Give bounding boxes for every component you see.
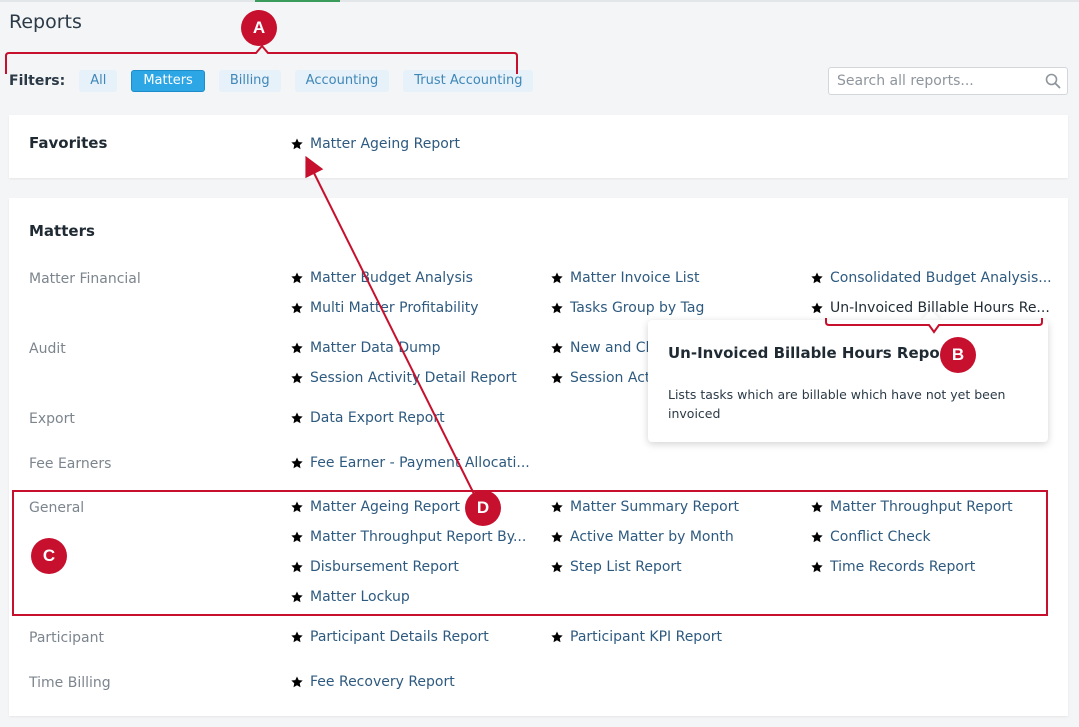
filters-bar: Filters: All Matters Billing Accounting … — [9, 70, 547, 92]
report-link[interactable]: Matter Invoice List — [550, 270, 699, 286]
group-label-matter-financial: Matter Financial — [29, 271, 141, 287]
star-outline-icon[interactable] — [290, 675, 304, 689]
star-outline-icon[interactable] — [290, 271, 304, 285]
group-label-fee-earners: Fee Earners — [29, 456, 112, 472]
star-outline-icon[interactable] — [290, 411, 304, 425]
link-label: Matter Ageing Report — [310, 136, 461, 152]
link-label: Matter Budget Analysis — [310, 270, 473, 286]
annotation-badge-b: B — [940, 337, 976, 373]
star-outline-icon[interactable] — [550, 301, 564, 315]
star-outline-icon[interactable] — [550, 630, 564, 644]
report-link[interactable]: Participant Details Report — [290, 629, 489, 645]
link-label: Fee Earner - Payment Allocati... — [310, 455, 530, 471]
link-label: Matter Invoice List — [570, 270, 700, 286]
report-link[interactable]: Matter Data Dump — [290, 340, 441, 356]
annotation-box-general — [12, 490, 1048, 616]
link-label: Fee Recovery Report — [310, 674, 455, 690]
link-label: Matter Data Dump — [310, 340, 441, 356]
annotation-badge-a: A — [241, 10, 277, 46]
link-label: Tasks Group by Tag — [570, 300, 705, 316]
filter-chip-accounting[interactable]: Accounting — [294, 70, 390, 92]
star-outline-icon[interactable] — [550, 341, 564, 355]
report-link[interactable]: Session Activity Detail Report — [290, 370, 517, 386]
filter-chip-trust-accounting[interactable]: Trust Accounting — [403, 70, 534, 92]
page-title: Reports — [9, 11, 82, 33]
filter-chip-all[interactable]: All — [79, 70, 118, 92]
search-input[interactable] — [829, 68, 1029, 94]
tooltip-description: Lists tasks which are billable which hav… — [668, 387, 1006, 421]
star-outline-icon[interactable] — [550, 371, 564, 385]
link-label: Consolidated Budget Analysis... — [830, 270, 1052, 286]
star-outline-icon[interactable] — [810, 301, 824, 315]
report-link[interactable]: Consolidated Budget Analysis... — [810, 270, 1052, 286]
favorite-link-matter-ageing-report[interactable]: Matter Ageing Report — [290, 136, 460, 152]
link-label: Participant KPI Report — [570, 629, 723, 645]
star-outline-icon[interactable] — [290, 630, 304, 644]
report-link[interactable]: New and Cl — [550, 340, 649, 356]
filters-label: Filters: — [9, 73, 66, 89]
favorites-card: Favorites — [9, 115, 1068, 178]
link-label: Session Act — [570, 370, 651, 386]
report-link[interactable]: Tasks Group by Tag — [550, 300, 704, 316]
filter-chip-billing[interactable]: Billing — [218, 70, 281, 92]
star-outline-icon[interactable] — [290, 301, 304, 315]
report-link[interactable]: Fee Earner - Payment Allocati... — [290, 455, 530, 471]
top-bar — [0, 0, 1079, 2]
link-label: Un-Invoiced Billable Hours Re... — [830, 300, 1050, 316]
star-outline-icon[interactable] — [290, 341, 304, 355]
report-link[interactable]: Participant KPI Report — [550, 629, 722, 645]
star-outline-icon[interactable] — [290, 371, 304, 385]
star-outline-icon[interactable] — [290, 456, 304, 470]
group-label-time-billing: Time Billing — [29, 675, 111, 691]
group-label-audit: Audit — [29, 341, 66, 357]
filter-chip-matters[interactable]: Matters — [131, 70, 205, 92]
link-label: Multi Matter Profitability — [310, 300, 479, 316]
report-link[interactable]: Fee Recovery Report — [290, 674, 455, 690]
star-outline-icon[interactable] — [810, 271, 824, 285]
matters-title: Matters — [29, 222, 95, 240]
search-icon[interactable] — [1045, 73, 1061, 89]
group-label-participant: Participant — [29, 630, 104, 646]
tooltip-title: Un-Invoiced Billable Hours Report — [668, 344, 955, 362]
report-link[interactable]: Multi Matter Profitability — [290, 300, 479, 316]
link-label: Session Activity Detail Report — [310, 370, 517, 386]
report-tooltip: Un-Invoiced Billable Hours Report Lists … — [648, 320, 1048, 442]
annotation-badge-c: C — [31, 538, 67, 574]
annotation-badge-d: D — [465, 490, 501, 526]
link-label: New and Cl — [570, 340, 650, 356]
report-link[interactable]: Session Act — [550, 370, 650, 386]
group-label-export: Export — [29, 411, 75, 427]
top-bar-accent — [255, 0, 340, 2]
star-filled-icon[interactable] — [290, 137, 304, 151]
report-link[interactable]: Data Export Report — [290, 410, 445, 426]
link-label: Participant Details Report — [310, 629, 489, 645]
favorites-title: Favorites — [29, 134, 108, 152]
report-link[interactable]: Matter Budget Analysis — [290, 270, 473, 286]
search-box — [828, 67, 1068, 95]
link-label: Data Export Report — [310, 410, 445, 426]
star-outline-icon[interactable] — [550, 271, 564, 285]
